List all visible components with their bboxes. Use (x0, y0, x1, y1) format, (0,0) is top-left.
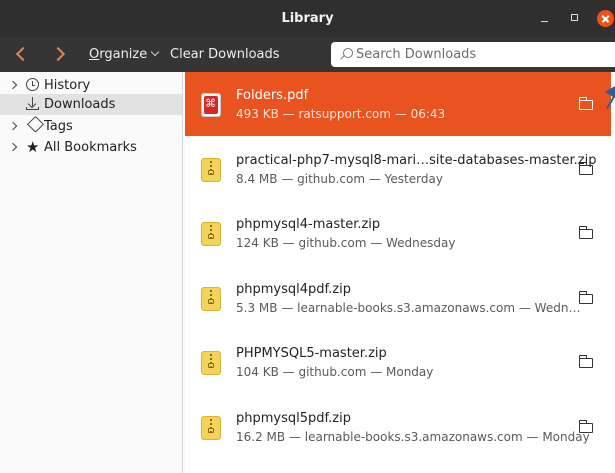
forward-button[interactable] (50, 43, 72, 65)
organize-label: rganize (99, 47, 148, 62)
chevron-down-icon (151, 47, 160, 57)
clock-icon (26, 78, 39, 91)
sidebar-item-tags[interactable]: Tags (0, 115, 182, 137)
file-name: practical-php7-mysql8-mari…site-database… (236, 153, 597, 168)
sidebar-item-downloads[interactable]: Downloads (0, 94, 182, 115)
folder-icon[interactable] (578, 226, 593, 239)
tag-icon (27, 115, 45, 133)
maximize-button[interactable] (567, 10, 584, 27)
sidebar-item-label: Downloads (44, 97, 116, 112)
zip-file-icon (201, 416, 221, 440)
expand-arrow-icon[interactable] (8, 80, 18, 90)
file-name: phpmysql4-master.zip (236, 217, 381, 232)
downloads-list: Folders.pdf 493 KB — ratsupport.com — 06… (185, 72, 615, 473)
sidebar-item-all-bookmarks[interactable]: ★ All Bookmarks (0, 137, 182, 158)
search-icon (343, 48, 353, 58)
file-name: PHPMYSQL5-master.zip (236, 346, 387, 361)
list-item[interactable]: phpmysql4-master.zip 124 KB — github.com… (185, 201, 611, 265)
zip-file-icon (201, 351, 221, 375)
folder-icon[interactable] (578, 291, 593, 304)
sidebar-item-label: All Bookmarks (44, 140, 137, 155)
sidebar-item-history[interactable]: History (0, 75, 182, 96)
search-input[interactable] (356, 45, 606, 63)
clear-downloads-button[interactable]: Clear Downloads (170, 47, 280, 62)
file-name: phpmysql5pdf.zip (236, 411, 351, 426)
sidebar-item-label: Tags (44, 119, 73, 134)
file-details: 104 KB — github.com — Monday (236, 365, 434, 379)
organize-accesskey: O (89, 47, 100, 62)
search-box[interactable] (331, 42, 615, 67)
file-name: phpmysql4pdf.zip (236, 282, 351, 297)
file-details: 8.4 MB — github.com — Yesterday (236, 172, 443, 186)
folder-icon[interactable] (578, 420, 593, 433)
zip-file-icon (201, 287, 221, 311)
download-icon (26, 97, 40, 111)
organize-menu-button[interactable]: Organize (89, 47, 160, 62)
file-details: 5.3 MB — learnable-books.s3.amazonaws.co… (236, 301, 581, 315)
pointer-arrow-icon (605, 86, 615, 114)
expand-arrow-icon[interactable] (8, 121, 18, 131)
sidebar: History Downloads Tags ★ All Bookmarks (0, 72, 183, 473)
list-item[interactable]: phpmysql5pdf.zip 16.2 MB — learnable-boo… (185, 395, 611, 459)
list-item[interactable]: phpmysql4pdf.zip 5.3 MB — learnable-book… (185, 266, 611, 330)
zip-file-icon (201, 158, 221, 182)
folder-icon[interactable] (578, 97, 593, 110)
folder-icon[interactable] (578, 162, 593, 175)
file-name: Folders.pdf (236, 88, 309, 103)
pdf-file-icon (201, 93, 221, 117)
star-icon: ★ (26, 138, 40, 156)
close-button[interactable] (597, 10, 614, 27)
toolbar: Organize Clear Downloads (0, 37, 615, 72)
file-details: 16.2 MB — learnable-books.s3.amazonaws.c… (236, 430, 590, 444)
zip-file-icon (201, 222, 221, 246)
list-item[interactable]: Folders.pdf 493 KB — ratsupport.com — 06… (185, 72, 611, 136)
file-details: 124 KB — github.com — Wednesday (236, 236, 456, 250)
expand-arrow-icon[interactable] (8, 142, 18, 152)
list-item[interactable]: PHPMYSQL5-master.zip 104 KB — github.com… (185, 330, 611, 394)
list-item[interactable]: practical-php7-mysql8-mari…site-database… (185, 137, 611, 201)
file-details: 493 KB — ratsupport.com — 06:43 (236, 107, 446, 121)
folder-icon[interactable] (578, 355, 593, 368)
back-button[interactable] (10, 43, 32, 65)
title-bar: Library (0, 0, 615, 37)
minimize-button[interactable] (536, 10, 553, 27)
sidebar-item-label: History (44, 78, 91, 93)
window-title: Library (281, 11, 334, 26)
